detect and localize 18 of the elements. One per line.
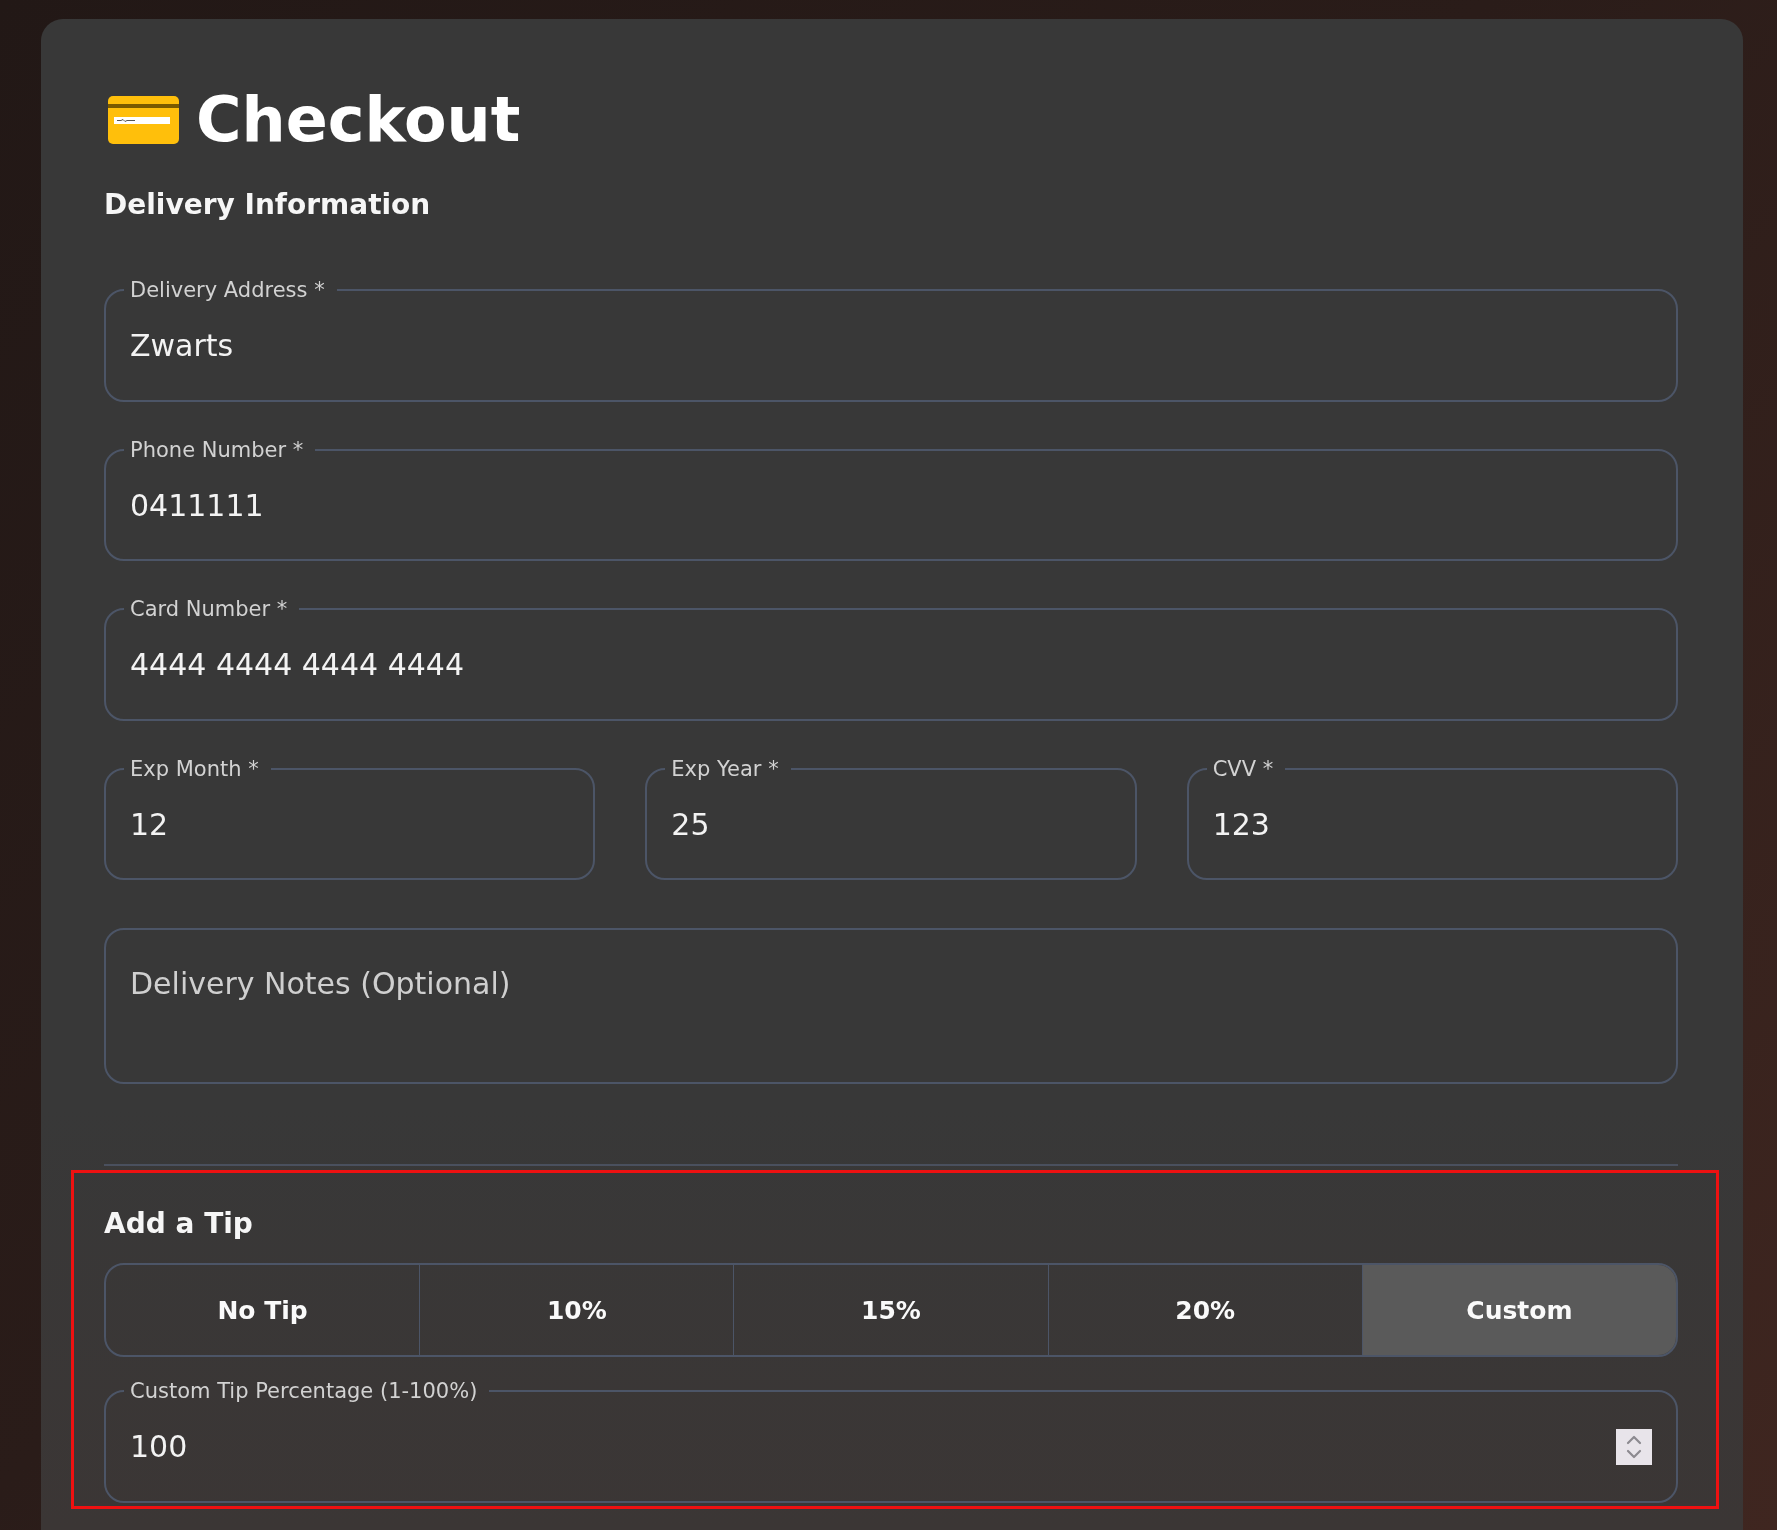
tip-option-button[interactable]: 10% [419,1265,734,1355]
field-label: Exp Year * [670,755,780,782]
field-label: Phone Number * [129,436,305,463]
field-label: Exp Month * [129,755,260,782]
field-label: Custom Tip Percentage (1-100%) [129,1378,479,1404]
checkout-title: Checkout [196,83,521,157]
field-label: CVV * [1211,755,1275,782]
tip-option-button[interactable]: 15% [733,1265,1048,1355]
field-label: Card Number * [129,596,289,622]
tip-option-button[interactable]: No Tip [106,1265,420,1355]
tip-option-button[interactable]: 20% [1047,1265,1362,1355]
stepper-icon[interactable] [1616,1429,1652,1465]
field-label: Delivery Address * [129,277,326,303]
tip-heading: Add a Tip [104,1206,254,1242]
text-area-field[interactable]: Delivery Notes (Optional) [104,928,1678,1084]
credit-card-icon [108,96,179,144]
section-heading: Delivery Information [104,187,432,223]
tip-option-button[interactable]: Custom [1361,1265,1676,1355]
